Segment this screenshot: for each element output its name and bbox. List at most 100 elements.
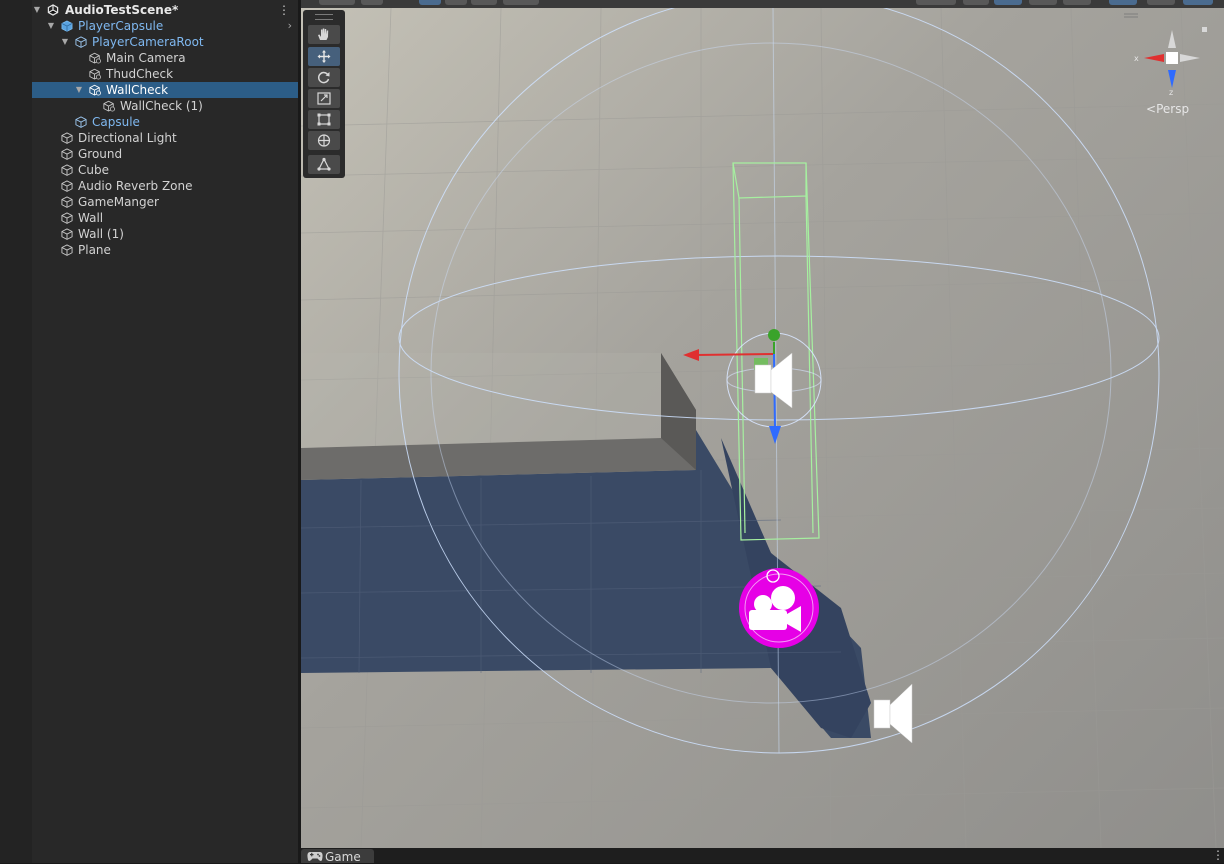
overlay-grip-icon[interactable]	[1124, 13, 1138, 18]
cube-icon	[75, 36, 87, 48]
collapse-arrow-icon[interactable]: ▼	[46, 18, 56, 34]
toolbar-button[interactable]	[445, 0, 467, 5]
scale-tool-button[interactable]	[308, 89, 340, 108]
toolbar-button[interactable]	[1063, 0, 1091, 5]
cube-icon	[61, 148, 73, 160]
hierarchy-panel: ▼ AudioTestScene* ⋮ ▼ PlayerCapsule › ▼ …	[32, 0, 298, 863]
hierarchy-item[interactable]: Directional Light	[32, 130, 298, 146]
hierarchy-item[interactable]: Capsule	[32, 114, 298, 130]
y-axis-handle-knob[interactable]	[768, 329, 780, 341]
hand-tool-button[interactable]	[308, 25, 340, 44]
gamepad-icon	[307, 852, 323, 861]
projection-toggle[interactable]: <Persp	[1146, 102, 1189, 116]
x-axis-arrow-icon[interactable]	[683, 349, 699, 361]
transform-icon	[317, 134, 331, 147]
cube-icon	[61, 244, 73, 256]
scene-name: AudioTestScene*	[65, 3, 179, 17]
scene-menu-icon[interactable]: ⋮	[278, 2, 290, 18]
move-arrows-icon	[317, 50, 331, 63]
tab-game[interactable]: Game	[301, 849, 374, 864]
audio-source-speaker-icon-2[interactable]	[873, 683, 913, 744]
hierarchy-item-label: Cube	[78, 163, 109, 177]
scene-toolbar	[301, 0, 1224, 8]
toolbar-button[interactable]	[319, 0, 355, 5]
neg-x-axis-cone-icon[interactable]	[1180, 54, 1200, 62]
hierarchy-item[interactable]: Wall (1)	[32, 226, 298, 242]
rect-transform-icon	[317, 113, 331, 126]
transform-tool-button[interactable]	[308, 131, 340, 150]
hierarchy-item-selected[interactable]: ▼ WallCheck	[32, 82, 298, 98]
collapse-arrow-icon[interactable]: ▼	[60, 34, 70, 50]
cube-icon	[75, 116, 87, 128]
toolbar-button[interactable]	[471, 0, 497, 5]
z-axis-cone-icon[interactable]	[1168, 70, 1176, 88]
cube-icon	[61, 228, 73, 240]
cube-icon	[89, 84, 101, 96]
toolbar-button[interactable]	[963, 0, 989, 5]
z-axis-arrow-icon[interactable]	[769, 426, 781, 444]
scale-icon	[317, 92, 331, 105]
hierarchy-item[interactable]: ThudCheck	[32, 66, 298, 82]
hierarchy-item[interactable]: Cube	[32, 162, 298, 178]
hierarchy-item[interactable]: Plane	[32, 242, 298, 258]
toolbar-button[interactable]	[419, 0, 441, 5]
cube-icon	[61, 180, 73, 192]
toolbar-button[interactable]	[994, 0, 1022, 5]
wall-top	[301, 353, 661, 448]
hierarchy-item-label: ThudCheck	[106, 67, 174, 81]
cube-icon	[61, 132, 73, 144]
scene-header[interactable]: ▼ AudioTestScene* ⋮	[32, 2, 298, 18]
toolbar-button[interactable]	[1147, 0, 1175, 5]
toolbar-button[interactable]	[1183, 0, 1213, 5]
toolbar-button[interactable]	[1109, 0, 1137, 5]
collapse-arrow-icon[interactable]: ▼	[74, 82, 84, 98]
cube-icon	[61, 164, 73, 176]
custom-tool-button[interactable]	[308, 155, 340, 174]
hierarchy-item-label: PlayerCapsule	[78, 19, 164, 33]
hierarchy-item[interactable]: ▼ PlayerCameraRoot	[32, 34, 298, 50]
cube-icon	[61, 196, 73, 208]
hierarchy-item[interactable]: GameManger	[32, 194, 298, 210]
hierarchy-item[interactable]: Ground	[32, 146, 298, 162]
hierarchy-item[interactable]: WallCheck (1)	[32, 98, 298, 114]
hierarchy-item[interactable]: ▼ PlayerCapsule ›	[32, 18, 298, 34]
prefab-cube-icon	[61, 20, 73, 32]
hierarchy-item[interactable]: Wall	[32, 210, 298, 226]
main-camera-gizmo-icon[interactable]	[739, 568, 819, 648]
projection-label: Persp	[1156, 102, 1190, 116]
chevron-right-icon[interactable]: ›	[288, 18, 292, 34]
hierarchy-item-label: Plane	[78, 243, 111, 257]
toolbar-button[interactable]	[916, 0, 956, 5]
panel-menu-icon[interactable]: ⋮	[1212, 848, 1224, 862]
hierarchy-item[interactable]: Main Camera	[32, 50, 298, 66]
move-tool-button[interactable]	[308, 47, 340, 66]
collapse-arrow-icon[interactable]: ▼	[32, 2, 42, 18]
scene-world	[301, 8, 1224, 848]
hand-icon	[318, 28, 329, 40]
lock-toggle-icon[interactable]	[1202, 27, 1207, 32]
x-axis-label: x	[1134, 54, 1139, 63]
tab-game-label: Game	[325, 850, 361, 864]
scene-viewport[interactable]	[301, 8, 1224, 848]
hierarchy-item-label: PlayerCameraRoot	[92, 35, 204, 49]
tool-palette	[303, 10, 345, 178]
hierarchy-item-label: Main Camera	[106, 51, 186, 65]
rect-tool-button[interactable]	[308, 110, 340, 129]
palette-grip-icon[interactable]	[315, 14, 333, 20]
hierarchy-item-label: Audio Reverb Zone	[78, 179, 193, 193]
hierarchy-item-label: WallCheck (1)	[120, 99, 203, 113]
hierarchy-item[interactable]: Audio Reverb Zone	[32, 178, 298, 194]
y-axis-cone-icon[interactable]	[1168, 30, 1176, 48]
hierarchy-item-label: Capsule	[92, 115, 140, 129]
rotate-tool-button[interactable]	[308, 68, 340, 87]
center-cube-icon[interactable]	[1166, 52, 1178, 64]
x-axis-handle[interactable]	[695, 353, 775, 356]
cube-icon	[89, 68, 101, 80]
toolbar-button[interactable]	[1029, 0, 1057, 5]
rotate-icon	[317, 71, 330, 84]
cube-icon	[61, 212, 73, 224]
x-axis-cone-icon[interactable]	[1144, 54, 1164, 62]
toolbar-button[interactable]	[503, 0, 539, 5]
toolbar-button[interactable]	[361, 0, 383, 5]
hierarchy-item-label: Wall (1)	[78, 227, 124, 241]
